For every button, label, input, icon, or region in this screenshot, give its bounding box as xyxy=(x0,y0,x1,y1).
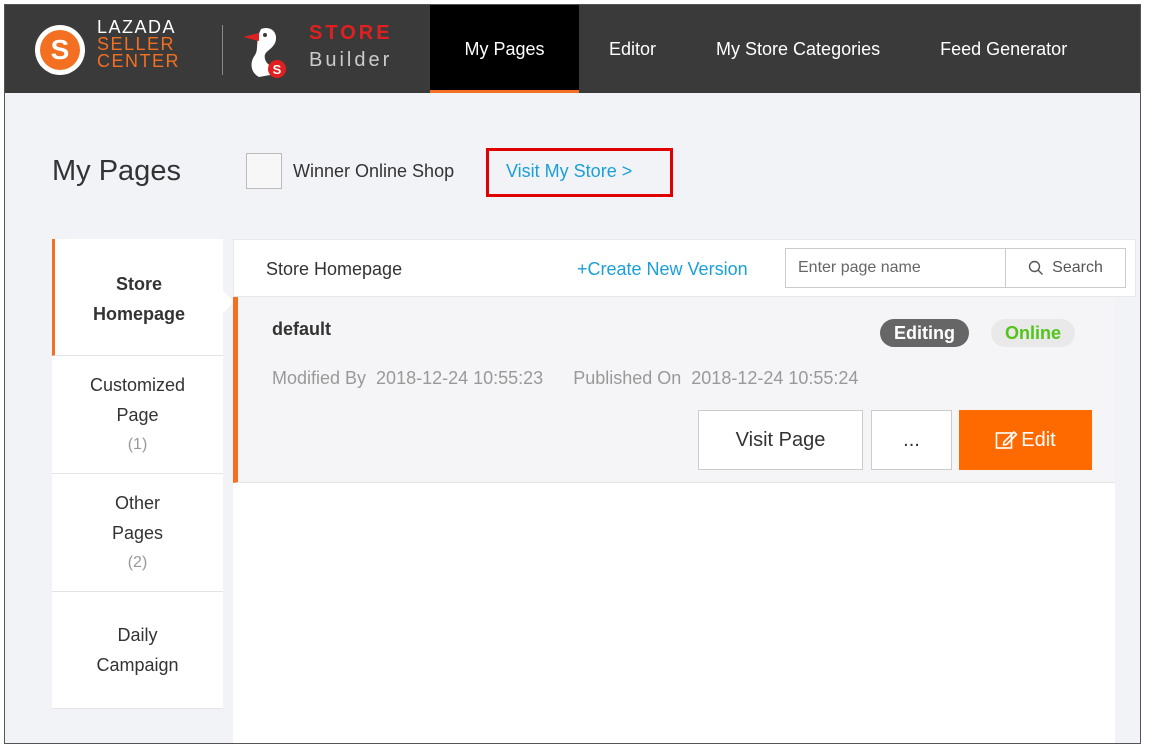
sidebar-item-daily-campaign[interactable]: Daily Campaign xyxy=(52,592,223,709)
sidebar-item-label: Page xyxy=(116,404,159,425)
more-options-button[interactable]: ... xyxy=(871,410,952,470)
store-builder-mascot-icon: S xyxy=(243,27,286,78)
search-button[interactable]: Search xyxy=(1005,248,1126,288)
nav-feed-generator[interactable]: Feed Generator xyxy=(910,5,1097,93)
edit-button-label: Edit xyxy=(1021,428,1056,451)
sidebar: Store Homepage Customized Page (1) Other… xyxy=(52,239,234,709)
nav-my-store-categories[interactable]: My Store Categories xyxy=(686,5,910,93)
sidebar-item-label: Pages xyxy=(111,522,164,543)
main-nav: My Pages Editor My Store Categories Feed… xyxy=(430,5,1097,93)
page-name-search-input[interactable] xyxy=(785,248,1005,288)
store-builder-logo[interactable]: S STORE Builder xyxy=(237,19,407,79)
sidebar-item-store-homepage[interactable]: Store Homepage xyxy=(52,239,234,356)
page-meta: Modified By 2018-12-24 10:55:23 Published … xyxy=(272,368,868,389)
create-new-version-link[interactable]: +Create New Version xyxy=(577,259,748,280)
sidebar-item-label: Customized xyxy=(89,374,186,395)
sidebar-item-label: Homepage xyxy=(92,304,186,324)
published-label: Published On xyxy=(573,368,682,388)
sidebar-item-customized-page[interactable]: Customized Page (1) xyxy=(52,356,223,474)
lazada-seller-center-logo[interactable]: S LAZADA SELLER CENTER xyxy=(35,18,215,79)
visit-page-button[interactable]: Visit Page xyxy=(698,410,863,470)
logo-line-center: CENTER xyxy=(97,51,181,71)
shop-name: Winner Online Shop xyxy=(293,161,455,181)
shop-logo xyxy=(246,153,282,189)
page-version-row: default Editing Online Modified By 2018-1… xyxy=(233,297,1115,483)
nav-my-pages[interactable]: My Pages xyxy=(430,5,579,93)
app-window: S LAZADA SELLER CENTER S STORE Builder M… xyxy=(4,4,1141,744)
lazada-logo-icon: S xyxy=(35,25,85,75)
sidebar-item-count: (2) xyxy=(127,553,148,571)
visit-my-store-link[interactable]: Visit My Store > xyxy=(506,161,632,182)
section-title: Store Homepage xyxy=(266,259,403,279)
logo-divider xyxy=(222,25,223,75)
search-button-label: Search xyxy=(1052,259,1103,276)
top-bar: S LAZADA SELLER CENTER S STORE Builder M… xyxy=(5,5,1140,93)
sidebar-item-label: Campaign xyxy=(96,655,179,675)
search-icon xyxy=(1028,260,1044,275)
edit-icon xyxy=(995,431,1018,449)
main-panel: Store Homepage +Create New Version Searc… xyxy=(233,239,1136,743)
page-title: My Pages xyxy=(52,155,181,187)
page-version-name: default xyxy=(272,319,332,339)
logo-line-builder: Builder xyxy=(309,49,393,71)
nav-editor[interactable]: Editor xyxy=(579,5,686,93)
sidebar-item-label: Store xyxy=(115,274,162,294)
sidebar-item-other-pages[interactable]: Other Pages (2) xyxy=(52,474,223,592)
sidebar-item-count: (1) xyxy=(127,435,148,453)
published-value: 2018-12-24 10:55:24 xyxy=(691,368,859,388)
page-toolbar: Store Homepage +Create New Version Searc… xyxy=(233,239,1136,297)
svg-text:S: S xyxy=(273,62,282,77)
sidebar-item-label: Daily xyxy=(117,625,158,645)
status-badge-online: Online xyxy=(991,319,1076,347)
status-badge-editing: Editing xyxy=(880,319,969,347)
modified-label: Modified By xyxy=(272,368,367,388)
logo-line-store: STORE xyxy=(309,22,393,44)
sidebar-item-label: Other xyxy=(114,492,161,513)
edit-button[interactable]: Edit xyxy=(959,410,1092,470)
modified-value: 2018-12-24 10:55:23 xyxy=(376,368,544,388)
